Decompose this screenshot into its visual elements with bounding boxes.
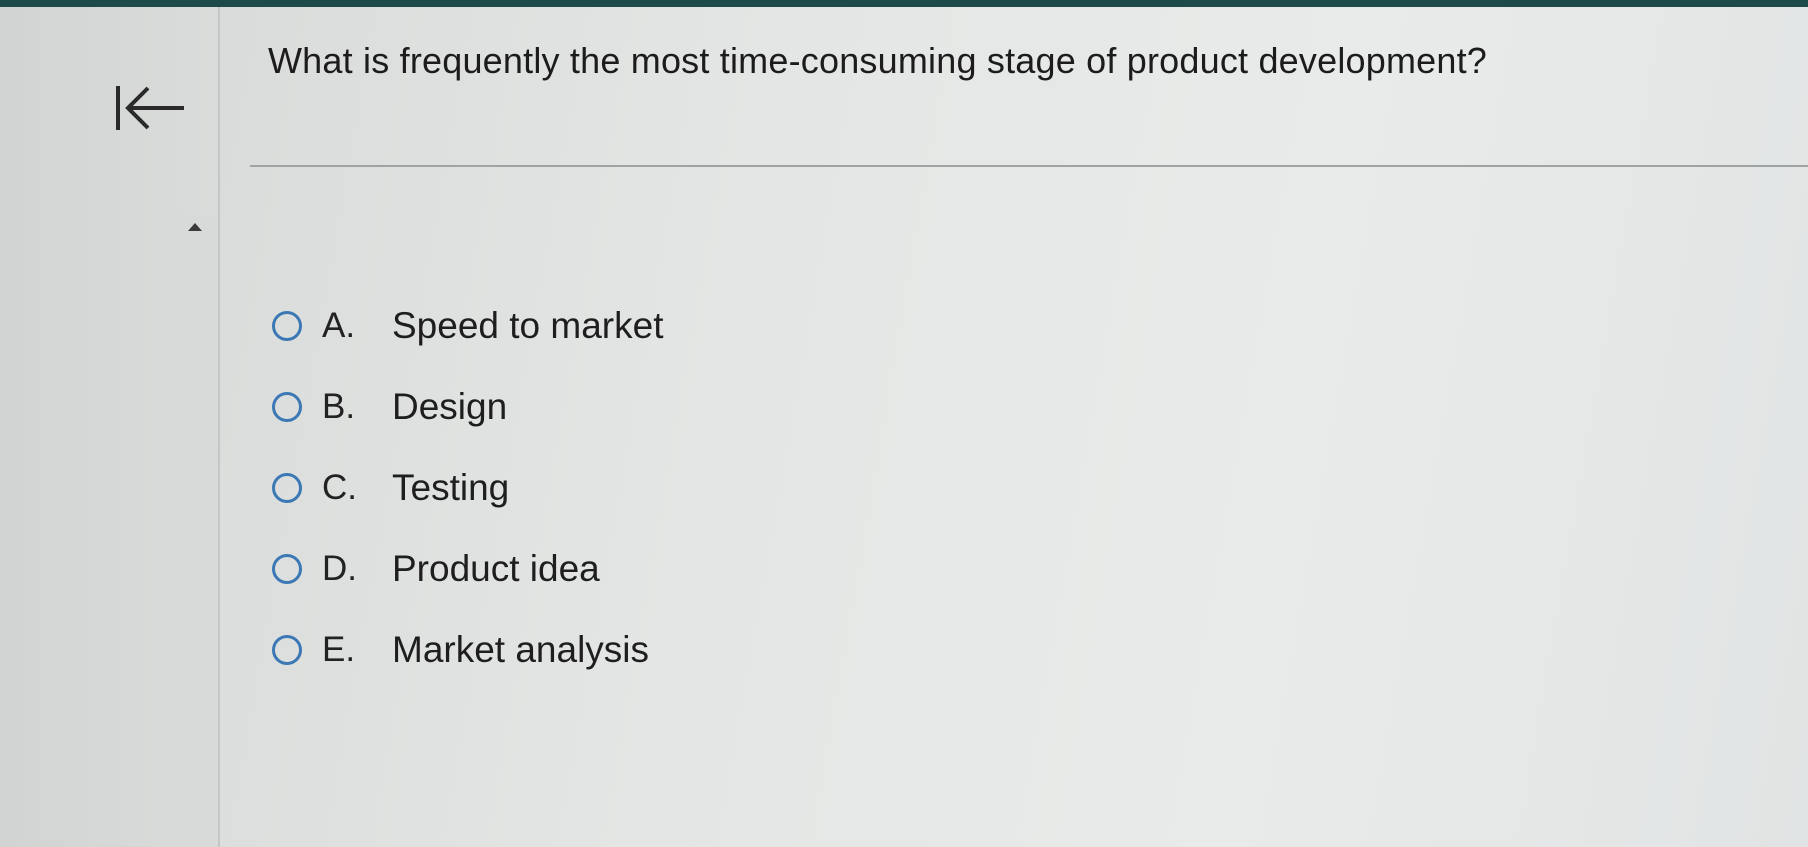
choice-text: Product idea — [392, 547, 600, 589]
choice-e[interactable]: E. Market analysis — [272, 609, 663, 690]
choice-text: Market analysis — [392, 628, 650, 670]
choice-c[interactable]: C. Testing — [272, 447, 663, 528]
choice-text: Design — [392, 385, 508, 427]
choice-a[interactable]: A. Speed to market — [272, 285, 663, 366]
choice-letter: A. — [322, 305, 356, 345]
radio-button[interactable] — [272, 472, 302, 503]
choice-letter: D. — [322, 548, 357, 588]
choice-text: Speed to market — [392, 304, 664, 346]
collapse-left-arrow-icon — [116, 86, 184, 130]
question-text: What is frequently the most time-consumi… — [268, 40, 1488, 81]
choice-letter: C. — [322, 467, 357, 507]
radio-button[interactable] — [272, 634, 302, 665]
choice-d[interactable]: D. Product idea — [272, 528, 663, 609]
choice-b[interactable]: B. Design — [272, 366, 663, 447]
radio-button[interactable] — [272, 391, 302, 422]
radio-button[interactable] — [272, 553, 302, 584]
scroll-up-arrow-icon[interactable] — [188, 223, 202, 231]
choice-text: Testing — [392, 466, 510, 508]
radio-button[interactable] — [272, 310, 302, 341]
scrollbar-track[interactable] — [171, 215, 218, 847]
answer-choices: A. Speed to market B. Design C. Testing … — [272, 285, 663, 690]
top-bar — [0, 0, 1808, 7]
choice-letter: E. — [322, 629, 356, 669]
choice-letter: B. — [322, 386, 356, 426]
panel-divider — [218, 7, 220, 847]
collapse-left-button[interactable] — [108, 72, 188, 142]
quiz-page: What is frequently the most time-consumi… — [0, 0, 1808, 847]
question-divider — [250, 165, 1808, 167]
